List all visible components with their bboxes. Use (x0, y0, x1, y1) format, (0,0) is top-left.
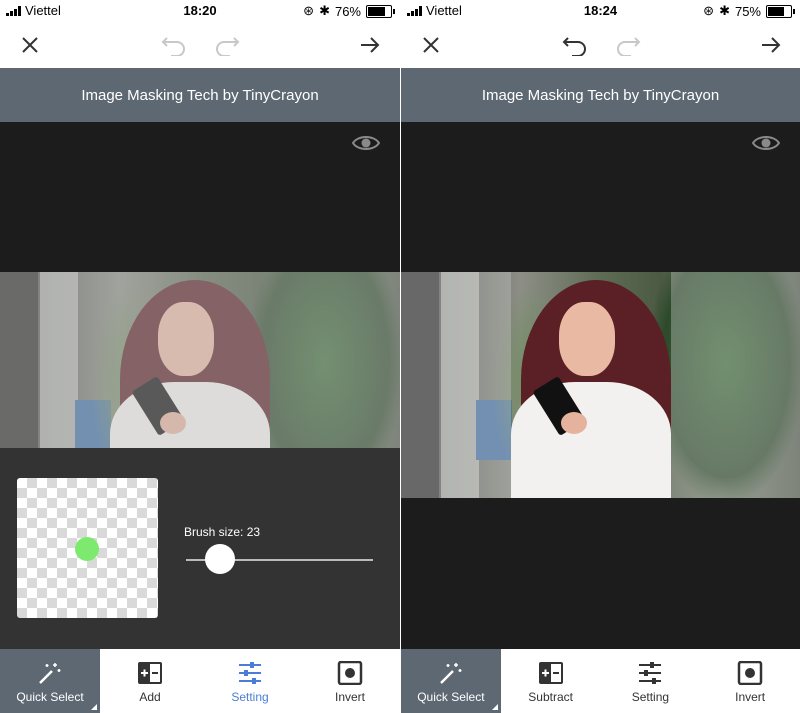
tab-setting[interactable]: Setting (200, 649, 300, 713)
magic-wand-icon (39, 663, 61, 684)
close-button[interactable] (16, 31, 44, 59)
photo (401, 272, 800, 498)
add-mask-icon (138, 662, 162, 684)
tab-quick-select[interactable]: Quick Select (0, 649, 100, 713)
subtract-mask-icon (538, 662, 563, 684)
redo-button[interactable] (213, 31, 241, 59)
next-button[interactable] (757, 31, 785, 59)
title-banner: Image Masking Tech by TinyCrayon (0, 68, 400, 122)
status-bar: Viettel 18:24 ⊛ ✱ 75% (401, 0, 800, 22)
eye-icon[interactable] (752, 134, 780, 152)
tab-quick-select[interactable]: Quick Select (401, 649, 501, 713)
redo-icon (216, 37, 240, 56)
invert-icon (337, 661, 363, 685)
brush-settings-panel: Brush size: 23 (0, 448, 400, 649)
slider-knob[interactable] (205, 544, 235, 574)
top-toolbar (0, 22, 400, 68)
sliders-icon (639, 662, 662, 684)
tab-invert[interactable]: Invert (300, 649, 400, 713)
battery-percent: 75% (734, 3, 761, 19)
arrow-right-icon (762, 37, 781, 53)
image-canvas[interactable] (401, 122, 800, 649)
top-toolbar (401, 22, 800, 68)
undo-icon (562, 37, 586, 56)
bluetooth-icon: ✱ (719, 3, 730, 18)
bottom-tab-bar: Quick Select Subtract Setting Invert (401, 649, 800, 713)
sliders-icon (239, 662, 261, 684)
close-icon (423, 37, 439, 53)
left-screen: Viettel 18:20 ⊛ ✱ 76% Image Masking Tech… (0, 0, 400, 713)
battery-icon (366, 4, 395, 18)
eye-icon[interactable] (352, 134, 380, 152)
redo-button[interactable] (614, 31, 642, 59)
orientation-lock-icon: ⊛ (703, 3, 715, 18)
bluetooth-icon: ✱ (319, 3, 330, 18)
invert-icon (737, 661, 763, 685)
brush-size-label: Brush size: 23 (184, 525, 261, 539)
redo-icon (617, 37, 641, 56)
battery-icon (766, 4, 795, 18)
undo-button[interactable] (561, 31, 589, 59)
right-screen: Viettel 18:24 ⊛ ✱ 75% Image Masking Tech… (401, 0, 800, 713)
close-icon (22, 37, 38, 53)
battery-percent: 76% (334, 3, 361, 19)
brush-preview (17, 478, 158, 618)
status-bar: Viettel 18:20 ⊛ ✱ 76% (0, 0, 400, 22)
arrow-right-icon (361, 37, 380, 53)
title-banner: Image Masking Tech by TinyCrayon (401, 68, 800, 122)
close-button[interactable] (417, 31, 445, 59)
tab-setting[interactable]: Setting (601, 649, 701, 713)
tab-add[interactable]: Add (100, 649, 200, 713)
undo-icon (161, 37, 185, 56)
tab-subtract[interactable]: Subtract (501, 649, 601, 713)
magic-wand-icon (439, 663, 462, 684)
next-button[interactable] (356, 31, 384, 59)
tab-invert[interactable]: Invert (700, 649, 800, 713)
bottom-tab-bar: Quick Select Add Setting Invert (0, 649, 400, 713)
orientation-lock-icon: ⊛ (303, 3, 315, 18)
brush-dot (75, 537, 99, 561)
undo-button[interactable] (160, 31, 188, 59)
